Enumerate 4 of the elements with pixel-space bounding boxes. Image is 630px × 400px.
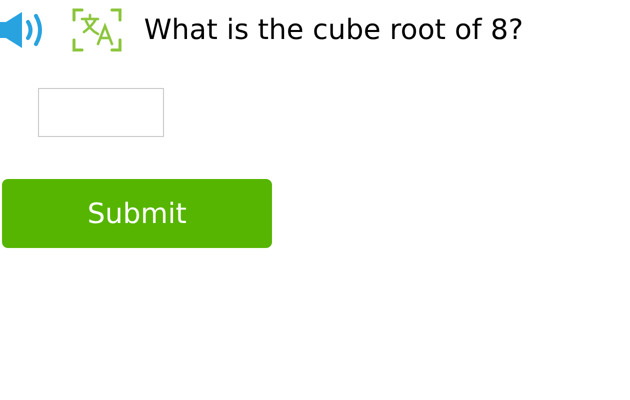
question-text: What is the cube root of 8? bbox=[144, 12, 524, 48]
submit-button[interactable]: Submit bbox=[2, 179, 272, 248]
answer-field[interactable] bbox=[38, 88, 164, 137]
translate-icon[interactable] bbox=[72, 8, 122, 52]
